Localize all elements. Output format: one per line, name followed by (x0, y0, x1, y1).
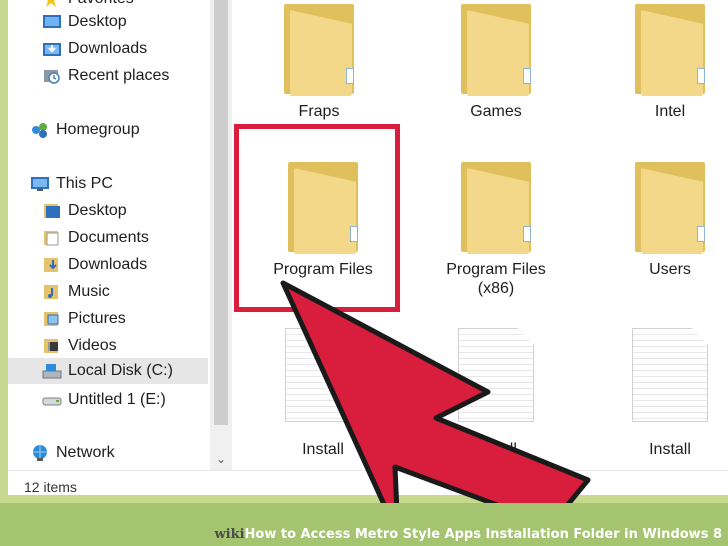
caption-how: How (244, 527, 277, 542)
brand-logo: wiki (214, 527, 245, 542)
pointer-arrow-icon (280, 280, 591, 538)
caption-bar: wikiHow to Access Metro Style Apps Insta… (0, 503, 728, 546)
caption-title: to Access Metro Style Apps Installation … (276, 527, 722, 542)
caption-text: wikiHow to Access Metro Style Apps Insta… (214, 527, 722, 542)
